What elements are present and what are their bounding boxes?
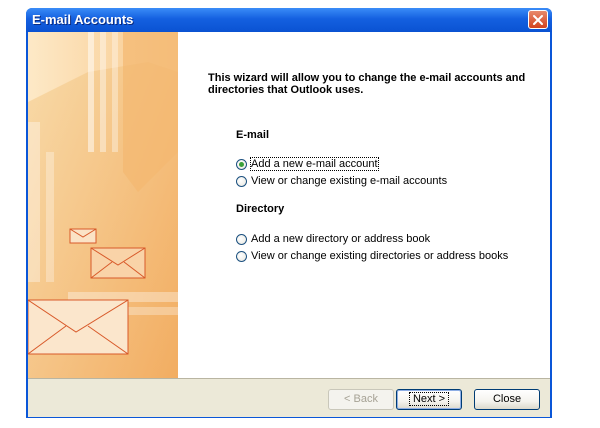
radio-label[interactable]: Add a new e-mail account bbox=[250, 157, 379, 171]
wizard-button-bar: < Back Next > Close bbox=[28, 378, 550, 417]
close-window-button[interactable] bbox=[528, 10, 548, 29]
radio-add-directory[interactable]: Add a new directory or address book bbox=[236, 232, 430, 246]
radio-button[interactable] bbox=[236, 250, 247, 262]
email-accounts-window: E-mail Accounts This wizard will allow y… bbox=[26, 8, 552, 418]
radio-button[interactable] bbox=[236, 233, 247, 245]
close-icon bbox=[533, 15, 543, 25]
radio-label[interactable]: View or change existing e-mail accounts bbox=[251, 175, 447, 187]
radio-view-email-accounts[interactable]: View or change existing e-mail accounts bbox=[236, 174, 447, 188]
radio-label[interactable]: Add a new directory or address book bbox=[251, 233, 430, 245]
title-bar[interactable]: E-mail Accounts bbox=[26, 8, 552, 32]
wizard-body: This wizard will allow you to change the… bbox=[28, 32, 550, 417]
decorative-envelope-art bbox=[28, 32, 178, 378]
wizard-intro-text: This wizard will allow you to change the… bbox=[208, 72, 526, 96]
radio-button[interactable] bbox=[236, 175, 247, 187]
next-button-label: Next > bbox=[408, 392, 450, 406]
next-button[interactable]: Next > bbox=[396, 389, 462, 410]
close-button[interactable]: Close bbox=[474, 389, 540, 410]
radio-label[interactable]: View or change existing directories or a… bbox=[251, 250, 508, 262]
email-section-heading: E-mail bbox=[236, 129, 270, 141]
back-button[interactable]: < Back bbox=[328, 389, 394, 410]
radio-button-checked[interactable] bbox=[236, 158, 247, 170]
directory-section-heading: Directory bbox=[236, 203, 285, 215]
window-title: E-mail Accounts bbox=[32, 12, 134, 27]
radio-add-email-account[interactable]: Add a new e-mail account bbox=[236, 157, 379, 171]
radio-view-directories[interactable]: View or change existing directories or a… bbox=[236, 249, 508, 263]
